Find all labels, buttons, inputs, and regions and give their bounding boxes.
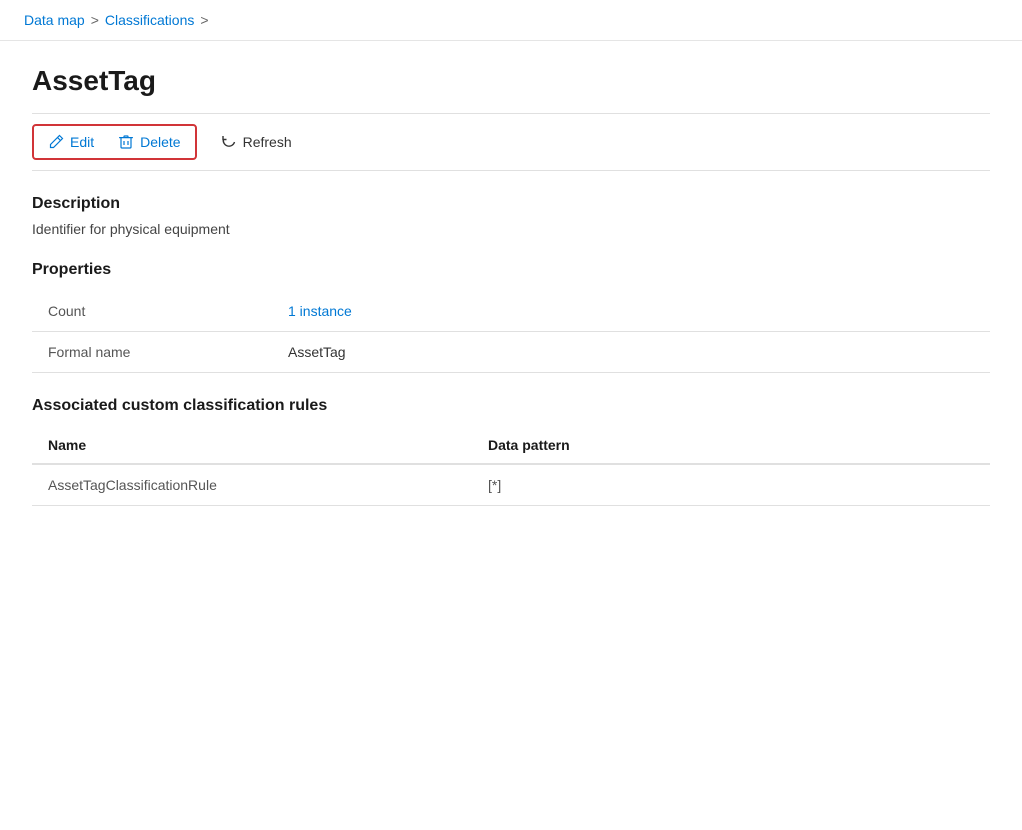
refresh-icon <box>221 134 237 150</box>
delete-label: Delete <box>140 134 180 150</box>
custom-rules-section: Associated custom classification rules N… <box>32 397 990 506</box>
property-row-formalname: Formal name AssetTag <box>32 332 990 373</box>
breadcrumb-sep-1: > <box>91 12 99 28</box>
rule-pattern: [*] <box>488 477 974 493</box>
page-title: AssetTag <box>32 65 990 97</box>
description-section: Description Identifier for physical equi… <box>32 195 990 237</box>
property-value-formalname: AssetTag <box>288 344 346 360</box>
col-header-pattern: Data pattern <box>488 437 974 453</box>
refresh-label: Refresh <box>243 134 292 150</box>
description-title: Description <box>32 195 990 213</box>
edit-button[interactable]: Edit <box>36 128 106 156</box>
edit-delete-group: Edit Delete <box>32 124 197 160</box>
property-label-count: Count <box>48 303 248 319</box>
table-row: AssetTagClassificationRule [*] <box>32 465 990 506</box>
breadcrumb-datamap[interactable]: Data map <box>24 12 85 28</box>
table-header: Name Data pattern <box>32 427 990 465</box>
breadcrumb-classifications[interactable]: Classifications <box>105 12 194 28</box>
breadcrumb: Data map > Classifications > <box>0 0 1022 41</box>
edit-label: Edit <box>70 134 94 150</box>
breadcrumb-sep-2: > <box>200 12 208 28</box>
property-row-count: Count 1 instance <box>32 291 990 332</box>
toolbar: Edit Delete Refresh <box>32 113 990 171</box>
delete-icon <box>118 134 134 150</box>
property-value-count[interactable]: 1 instance <box>288 303 352 319</box>
custom-rules-title: Associated custom classification rules <box>32 397 990 415</box>
main-content: AssetTag Edit Delete <box>0 41 1022 530</box>
delete-button[interactable]: Delete <box>106 128 192 156</box>
edit-icon <box>48 134 64 150</box>
col-header-name: Name <box>48 437 448 453</box>
rule-name: AssetTagClassificationRule <box>48 477 448 493</box>
description-text: Identifier for physical equipment <box>32 221 990 237</box>
properties-section: Properties Count 1 instance Formal name … <box>32 261 990 373</box>
properties-title: Properties <box>32 261 990 279</box>
refresh-button[interactable]: Refresh <box>209 128 304 156</box>
property-label-formalname: Formal name <box>48 344 248 360</box>
